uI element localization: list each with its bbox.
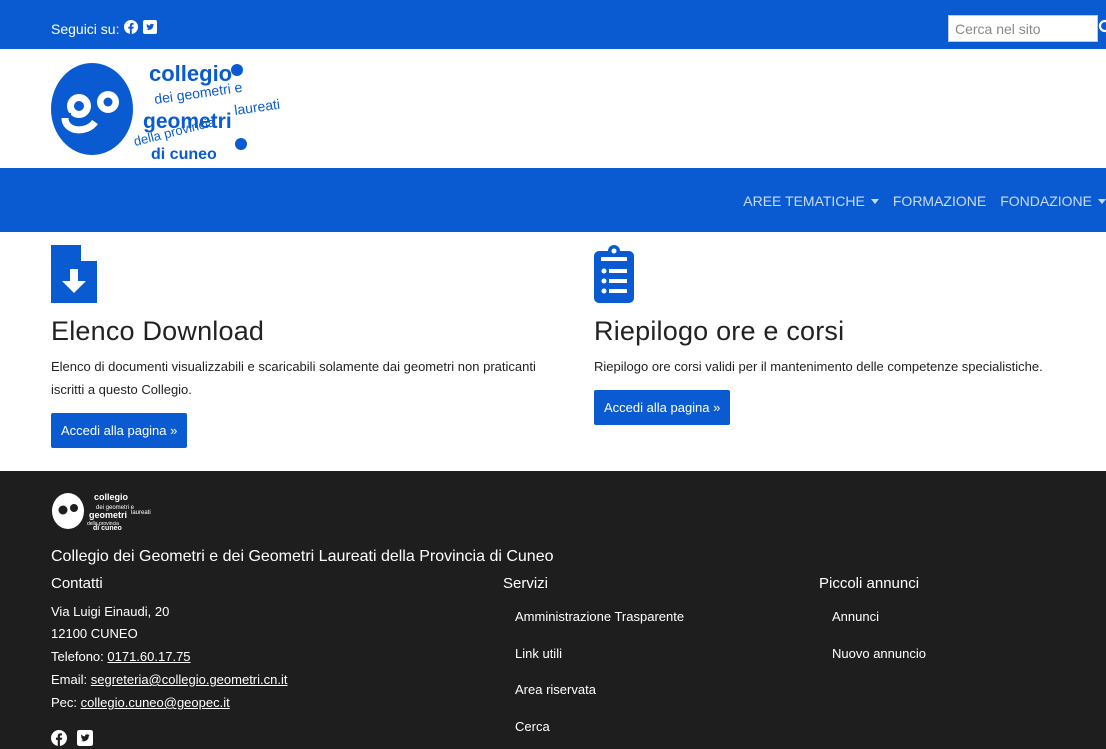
ads-link[interactable]: Nuovo annuncio [832,646,926,661]
main-navbar: AREE TEMATICHE FORMAZIONE FONDAZIONE [0,168,1106,232]
nav-label: FORMAZIONE [892,193,987,209]
contact-pec-row: Pec: collegio.cuneo@geopec.it [51,695,230,710]
email-label: Email: [51,672,88,687]
accedi-button[interactable]: Accedi alla pagina » [51,413,188,448]
services-link[interactable]: Area riservata [515,682,596,697]
search-input[interactable]: Cerca nel sito [948,15,1098,42]
site-logo[interactable]: collegio dei geometri e geometri laureat… [51,58,311,163]
logo-text-laureati: laureati [233,96,281,118]
twitter-icon[interactable] [77,730,93,749]
nav-item-fondazione[interactable]: FONDAZIONE [1000,193,1106,209]
caret-down-icon [870,198,879,204]
caret-down-icon [1098,198,1106,204]
file-download-icon [51,245,571,308]
facebook-icon[interactable] [51,730,67,749]
facebook-icon[interactable] [124,20,139,37]
contacts-heading: Contatti [51,575,103,592]
footer-org-name: Collegio dei Geometri e dei Geometri Lau… [51,548,554,565]
card-description: Elenco di documenti visualizzabili e sca… [51,355,571,401]
services-heading: Servizi [503,575,549,592]
card-elenco-download: Elenco Download Elenco di documenti visu… [51,245,571,448]
nav-menu: AREE TEMATICHE FORMAZIONE FONDAZIONE [743,193,1106,209]
footer-social [51,730,93,749]
search-icon[interactable] [1098,18,1106,38]
top-bar: Seguici su: Cerca nel sito [0,0,1106,49]
contact-city: 12100 CUNEO [51,626,138,641]
follow-label: Seguici su: [51,20,120,37]
twitter-icon[interactable] [143,20,158,37]
pec-link[interactable]: collegio.cuneo@geopec.it [81,695,230,710]
contact-address: Via Luigi Einaudi, 20 [51,604,170,619]
card-riepilogo-ore: Riepilogo ore e corsi Riepilogo ore cors… [594,245,1094,425]
logo-text-cuneo: di cuneo [151,146,217,160]
phone-label: Telefono: [51,649,104,664]
card-description-line: Elenco di documenti visualizzabili e sca… [51,359,536,374]
ads-link[interactable]: Annunci [832,609,879,624]
card-title: Riepilogo ore e corsi [594,316,845,346]
card-description-line: iscritti a questo Collegio. [51,382,192,397]
contact-phone-row: Telefono: 0171.60.17.75 [51,649,191,664]
footer-logo[interactable]: collegio dei geometri e geometri laureat… [51,489,161,532]
contact-email-row: Email: segreteria@collegio.geometri.cn.i… [51,672,287,687]
nav-label: FONDAZIONE [1000,193,1092,209]
clipboard-list-icon [594,245,1094,308]
phone-link[interactable]: 0171.60.17.75 [107,649,190,664]
services-link[interactable]: Link utili [515,646,562,661]
social-follow: Seguici su: [51,20,158,37]
footer-logo-text-laureati: laureati [131,510,151,516]
services-link[interactable]: Cerca [515,719,550,734]
footer-logo-text-collegio: collegio [94,492,129,502]
nav-item-aree-tematiche[interactable]: AREE TEMATICHE [743,193,879,209]
accedi-button[interactable]: Accedi alla pagina » [594,390,731,425]
services-link[interactable]: Amministrazione Trasparente [515,609,684,624]
footer-logo-text-cuneo: di cuneo [93,525,122,531]
nav-label: AREE TEMATICHE [743,193,865,209]
card-title: Elenco Download [51,316,265,346]
pec-label: Pec: [51,695,78,710]
site-footer: collegio dei geometri e geometri laureat… [0,471,1106,749]
email-link[interactable]: segreteria@collegio.geometri.cn.it [91,672,288,687]
card-description: Riepilogo ore corsi validi per il manten… [594,359,1043,374]
ads-heading: Piccoli annunci [819,575,920,592]
footer-logo-text-geometri: geometri [89,510,127,520]
nav-item-formazione[interactable]: FORMAZIONE [893,193,986,209]
